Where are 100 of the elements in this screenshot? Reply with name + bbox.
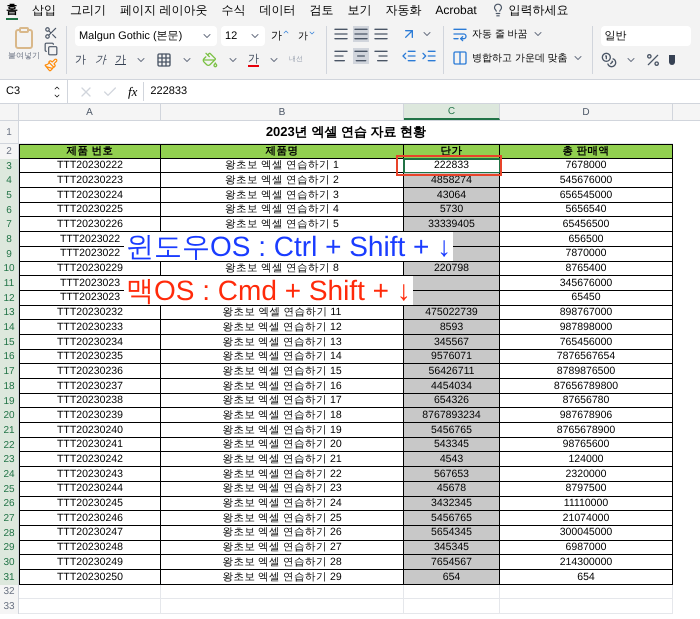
table-cell: TTT20230233 [19,320,161,335]
table-cell: 제품명 [161,144,404,159]
align-center-icon[interactable] [353,48,369,64]
row-number[interactable]: 8 [0,232,19,247]
font-name-dropdown[interactable]: Malgun Gothic (본문) [75,26,217,46]
ribbon-tab[interactable]: 검토 [309,1,334,19]
table-cell: 왕초보 엑셀 연습하기 4 [161,202,404,218]
row-number[interactable]: 18 [0,379,19,394]
ribbon-tab[interactable]: 보기 [347,1,372,19]
align-right-icon[interactable] [373,48,389,64]
table-cell: 765456000 [500,334,673,350]
row-number[interactable]: 7 [0,217,19,232]
italic-button[interactable]: 가 [95,52,106,68]
row-number[interactable]: 6 [0,202,19,218]
column-header[interactable]: C [404,104,500,120]
row-number[interactable]: 2 [0,144,19,159]
table-cell: 왕초보 엑셀 연습하기 24 [161,496,404,512]
row-number[interactable]: 3 [0,158,19,174]
tell-me-field[interactable]: 입력하세요 [508,1,569,19]
row-number[interactable]: 28 [0,526,19,541]
table-cell: 543345 [404,438,500,452]
row-number[interactable]: 15 [0,334,19,350]
name-box[interactable]: C3 [0,80,68,103]
table-cell: 왕초보 엑셀 연습하기 14 [161,350,404,364]
ribbon-tab[interactable]: 그리기 [70,1,106,19]
font-size-dropdown[interactable]: 12 [221,26,265,46]
copy-icon[interactable] [44,42,58,56]
shrink-font-button[interactable]: 가 [296,28,318,44]
table-cell: 왕초보 엑셀 연습하기 2 [161,173,404,188]
row-number[interactable]: 29 [0,540,19,556]
row-number[interactable]: 14 [0,320,19,335]
ribbon-tab[interactable]: Acrobat [435,1,477,19]
borders-icon[interactable] [156,52,172,68]
align-top-icon[interactable] [333,26,349,42]
table-cell: 222833 [404,158,500,174]
row-number[interactable]: 22 [0,438,19,452]
row-number[interactable]: 33 [0,599,19,614]
row-number[interactable]: 26 [0,496,19,512]
table-cell: 345567 [404,334,500,350]
decrease-indent-icon[interactable] [401,48,417,64]
bold-button[interactable]: 가 [75,52,86,68]
table-cell: 5456765 [404,423,500,438]
align-bottom-icon[interactable] [373,26,389,42]
row-number[interactable]: 9 [0,246,19,262]
paste-label[interactable]: 붙여넣기 [8,50,40,62]
table-cell: 7870000 [500,246,673,262]
row-number[interactable]: 27 [0,511,19,526]
grow-font-button[interactable]: 가 [269,28,292,44]
row-number[interactable]: 12 [0,290,19,306]
row-number[interactable]: 17 [0,364,19,379]
align-middle-icon[interactable] [353,26,369,42]
table-cell: TTT20230248 [19,540,161,556]
row-number[interactable]: 5 [0,188,19,203]
ribbon-tab[interactable]: 수식 [221,1,246,19]
row-number[interactable]: 10 [0,262,19,276]
row-number[interactable]: 16 [0,350,19,364]
ribbon-tab[interactable]: 데이터 [259,1,296,19]
row-number[interactable]: 32 [0,584,19,600]
table-cell: TTT20230235 [19,350,161,364]
merge-center-button[interactable]: 병합하고 가운데 맞춤 [452,50,584,66]
font-color-button[interactable]: 가 [248,54,259,67]
row-number[interactable]: 20 [0,408,19,424]
table-cell: 9576071 [404,350,500,364]
table-cell: TTT20230247 [19,526,161,541]
table-cell: 5456765 [404,511,500,526]
number-format-dropdown[interactable]: 일반 [600,26,691,46]
percent-icon[interactable] [644,52,661,68]
table-cell: 214300000 [500,555,673,570]
row-number[interactable]: 21 [0,423,19,438]
fill-color-icon[interactable] [202,52,218,68]
column-header[interactable]: D [500,104,673,120]
table-cell: 475022739 [404,306,500,320]
row-number[interactable]: 13 [0,306,19,320]
row-number[interactable]: 23 [0,452,19,468]
formula-value: 222833 [150,84,188,100]
row-number[interactable]: 25 [0,482,19,496]
currency-icon[interactable] [600,52,617,68]
wrap-text-button[interactable]: 자동 줄 바꿈 [452,26,584,42]
row-number[interactable]: 1 [0,121,19,144]
align-left-icon[interactable] [333,48,349,64]
table-cell: 5654345 [404,526,500,541]
row-number[interactable]: 31 [0,570,19,585]
row-number[interactable]: 4 [0,173,19,188]
column-header[interactable]: A [19,104,161,120]
ribbon-tab[interactable]: 자동화 [385,1,422,19]
ribbon-tab[interactable]: 삽입 [32,1,56,19]
row-number[interactable]: 24 [0,467,19,482]
merge-icon[interactable] [452,50,468,66]
comma-icon[interactable] [668,55,675,65]
table-cell: TTT20230238 [19,394,161,408]
wrap-text-icon[interactable] [452,26,468,42]
row-number[interactable]: 11 [0,276,19,291]
ribbon-tab[interactable]: 페이지 레이아웃 [120,1,208,19]
row-number[interactable]: 19 [0,394,19,408]
row-number[interactable]: 30 [0,555,19,570]
cut-icon[interactable] [44,26,58,40]
table-cell: 56426711 [404,364,500,379]
function-label[interactable]: fx [128,82,144,102]
underline-button[interactable]: 가 [115,52,126,68]
increase-indent-icon[interactable] [421,48,437,64]
